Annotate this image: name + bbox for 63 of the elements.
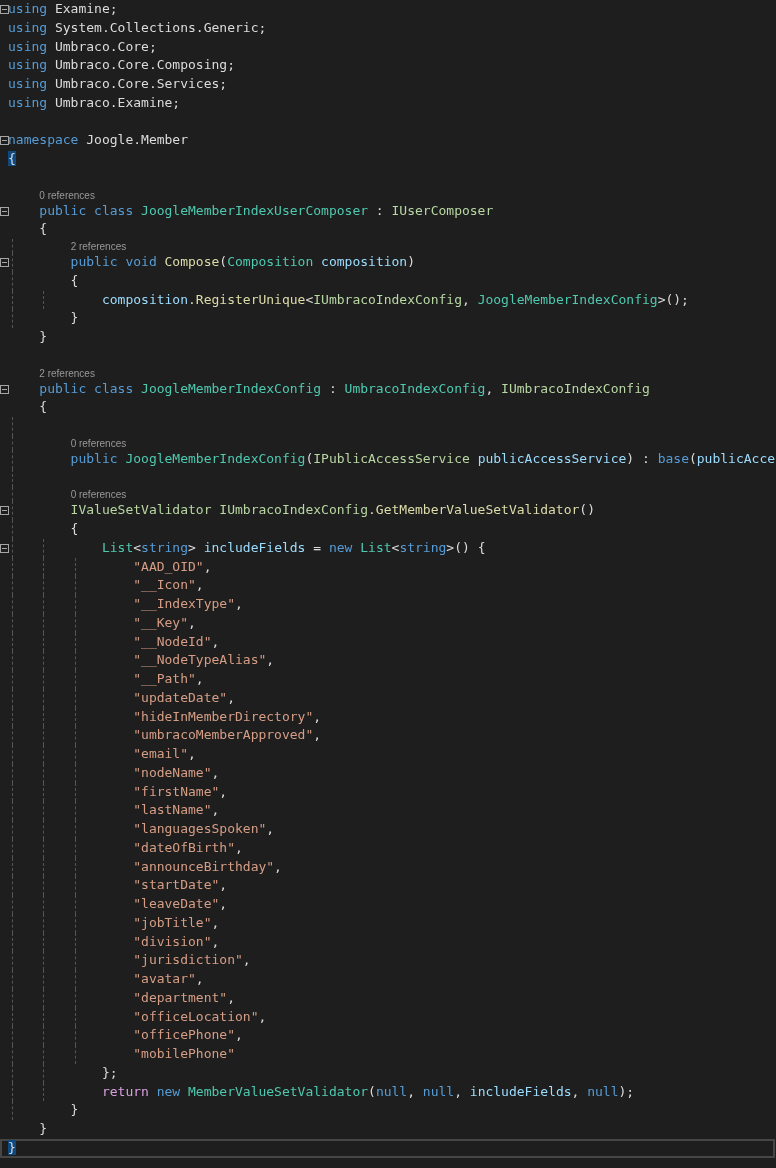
code-lens-text[interactable]: 2 references — [39, 367, 95, 380]
code-line: "__Path", — [132, 670, 204, 688]
collapse-icon[interactable] — [0, 136, 9, 146]
code-line: return new MemberValueSetValidator(null, null, includeFields, null); — [100, 1082, 635, 1101]
code-line: "__IndexType", — [132, 595, 243, 613]
code-line: "languagesSpoken", — [132, 820, 275, 838]
code-line: "jurisdiction", — [132, 951, 251, 970]
code-line: "__NodeTypeAlias", — [132, 651, 275, 670]
code-line: "email", — [132, 745, 196, 763]
code-line: public class JoogleMemberIndexConfig : UmbracoIndexConfig, IUmbracoIndexConfig — [38, 379, 650, 398]
code-line: } — [69, 309, 79, 328]
code-line: "jobTitle", — [132, 913, 220, 932]
code-line: using Umbraco.Examine; — [8, 93, 181, 112]
code-line: "__Icon", — [132, 576, 204, 595]
code-line: using System.Collections.Generic; — [8, 18, 267, 37]
code-line: using Umbraco.Core.Services; — [8, 75, 228, 93]
code-line: "AAD_OID", — [132, 557, 212, 576]
code-line: "firstName", — [132, 782, 228, 801]
code-lens-text[interactable]: 0 references — [39, 189, 95, 202]
collapse-icon[interactable] — [0, 543, 9, 553]
code-line: { — [38, 398, 48, 417]
code-line: using Umbraco.Core; — [8, 37, 157, 56]
collapse-icon[interactable] — [0, 5, 9, 14]
code-lens-text[interactable]: 2 references — [70, 241, 127, 253]
collapse-icon[interactable] — [0, 384, 9, 394]
code-line: { — [38, 220, 48, 239]
code-line: public JoogleMemberIndexConfig(IPublicAccessService publicAccessService) : base(publicAcce — [69, 449, 776, 468]
code-line: "__Key", — [132, 613, 196, 632]
code-line: IValueSetValidator IUmbracoIndexConfig.GetMemberValueSetValidator() — [69, 501, 595, 520]
collapse-icon[interactable] — [0, 506, 9, 516]
code-line: public class JoogleMemberIndexUserComposer : IUserComposer — [38, 201, 494, 220]
code-line: { — [69, 271, 79, 290]
code-line: "__NodeId", — [132, 632, 220, 651]
code-line: } — [69, 1101, 79, 1120]
code-line: "nodeName", — [132, 763, 220, 782]
code-line: "updateDate", — [132, 688, 235, 707]
code-line: "mobilePhone" — [132, 1045, 235, 1063]
code-line: "hideInMemberDirectory", — [132, 707, 322, 726]
code-line: } — [38, 1120, 48, 1138]
code-line: "officeLocation", — [132, 1007, 267, 1026]
code-line: composition.RegisterUnique<IUmbracoIndexConfig, JoogleMemberIndexConfig>(); — [100, 290, 689, 309]
code-line: { — [69, 520, 79, 538]
code-line: "avatar", — [132, 970, 204, 988]
code-line: public void Compose(Composition composition) — [69, 253, 415, 271]
code-line: "startDate", — [132, 876, 228, 895]
code-line: "umbracoMemberApproved", — [132, 726, 322, 745]
code-lens-text[interactable]: 0 references — [70, 437, 127, 450]
code-line: "leaveDate", — [132, 895, 228, 913]
code-line: using Examine; — [8, 0, 118, 18]
code-line: "officePhone", — [132, 1026, 243, 1045]
code-line: List<string> includeFields = new List<string>() { — [100, 538, 486, 557]
code-line: namespace Joogle.Member — [8, 131, 189, 150]
code-lens-text[interactable]: 0 references — [70, 489, 127, 502]
code-line: using Umbraco.Core.Composing; — [8, 56, 235, 75]
code-line: "dateOfBirth", — [132, 838, 243, 857]
code-line: "announceBirthday", — [132, 857, 282, 876]
code-line: "department", — [132, 988, 235, 1007]
code-line: }; — [100, 1063, 118, 1082]
code-line: "division", — [132, 932, 220, 951]
collapse-icon[interactable] — [0, 258, 9, 267]
code-line: } — [38, 328, 48, 346]
collapse-icon[interactable] — [0, 206, 9, 216]
code-line: "lastName", — [132, 801, 220, 820]
